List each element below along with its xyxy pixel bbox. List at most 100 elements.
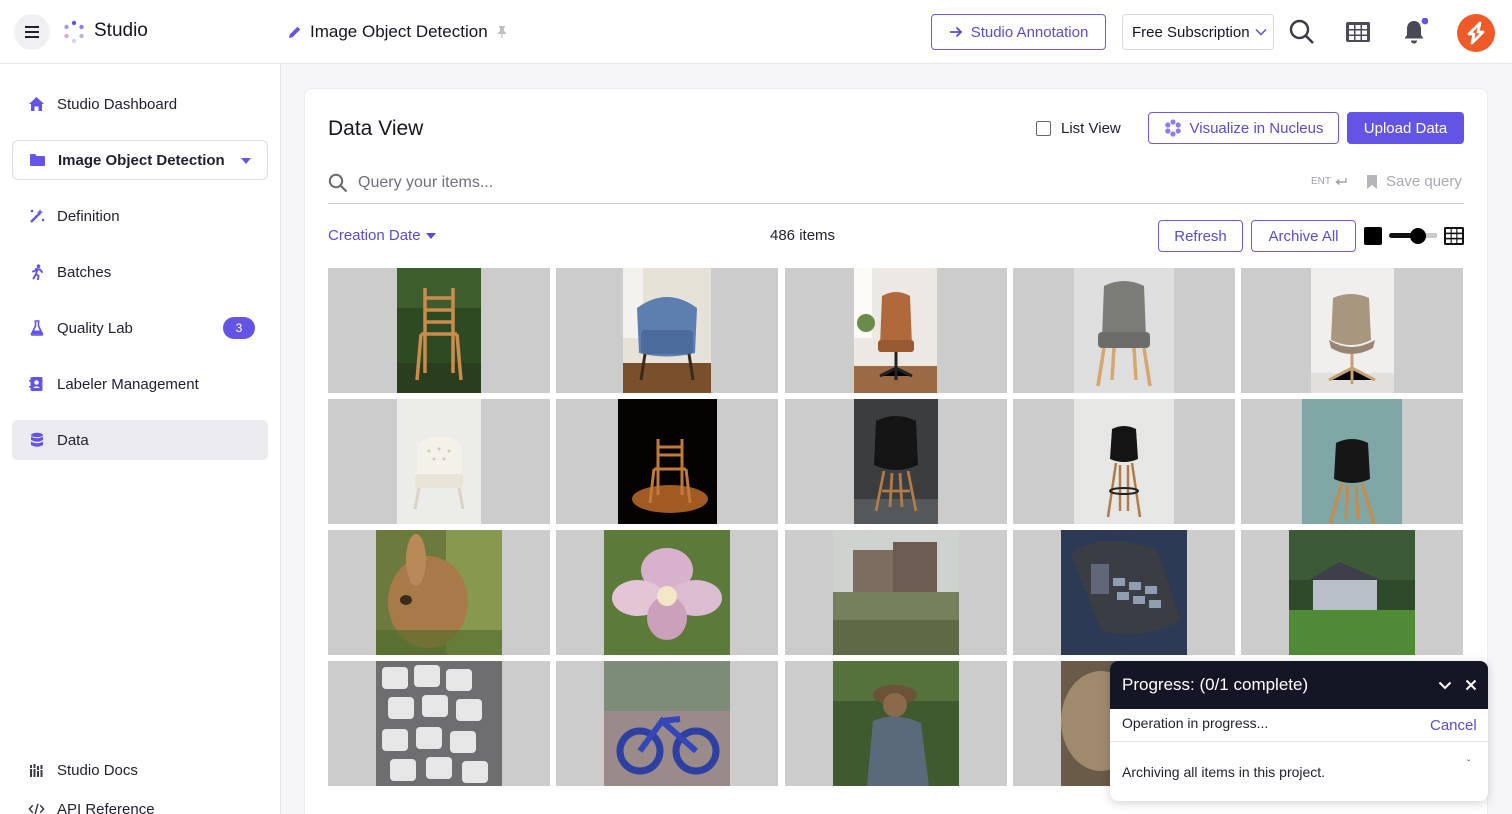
data-item-tile[interactable]: [556, 268, 778, 393]
sidebar-item-studio-docs[interactable]: Studio Docs: [12, 750, 268, 790]
nucleus-flower-icon: [1164, 119, 1181, 137]
data-item-tile[interactable]: [1241, 530, 1463, 655]
database-icon: [28, 432, 45, 449]
hamburger-icon: [25, 31, 39, 33]
project-title[interactable]: Image Object Detection: [288, 22, 508, 42]
caret-down-icon[interactable]: [241, 158, 251, 164]
data-item-tile[interactable]: [328, 661, 550, 786]
wooden-chair-grass-image: [397, 268, 481, 393]
bell-icon[interactable]: [1400, 18, 1428, 46]
blurry-building-field-image: [833, 530, 959, 655]
enter-return-icon: [1335, 177, 1347, 185]
data-item-tile[interactable]: [785, 661, 1007, 786]
cancel-button[interactable]: Cancel: [1430, 717, 1477, 734]
query-input[interactable]: [358, 170, 1258, 196]
sidebar-item-studio-dashboard[interactable]: Studio Dashboard: [12, 84, 268, 124]
grey-upholstered-chair-image: [1074, 268, 1174, 393]
save-query-label: Save query: [1386, 173, 1462, 190]
archive-all-button[interactable]: Archive All: [1251, 220, 1356, 252]
page-title: Data View: [328, 117, 424, 140]
blurry-keyboard-image: [376, 661, 502, 786]
grid-thumbnail-icon[interactable]: [1444, 227, 1464, 245]
sidebar-item-label: API Reference: [57, 800, 155, 814]
item-count: 486 items: [770, 227, 836, 244]
expand-caret[interactable]: ˇ: [1467, 759, 1470, 770]
blurry-bicycle-image: [604, 661, 730, 786]
folder-icon: [29, 152, 46, 169]
data-item-tile[interactable]: [785, 268, 1007, 393]
slider-thumb[interactable]: [1410, 228, 1426, 244]
studio-logo-icon: [64, 20, 84, 44]
data-item-tile[interactable]: [1013, 399, 1235, 524]
avatar-logo-icon: [1467, 21, 1485, 45]
pin-icon[interactable]: [496, 25, 508, 39]
search-icon: [328, 173, 348, 193]
operation-message: Archiving all items in this project.: [1122, 764, 1326, 780]
sidebar-item-label: Quality Lab: [57, 319, 133, 337]
sidebar-item-definition[interactable]: Definition: [12, 196, 268, 236]
sidebar-item-label: Studio Dashboard: [57, 95, 178, 113]
code-icon: [28, 801, 45, 814]
sidebar-item-api-reference[interactable]: API Reference: [12, 788, 268, 814]
data-item-tile[interactable]: [328, 399, 550, 524]
project-title-text: Image Object Detection: [310, 22, 488, 41]
subscription-dropdown[interactable]: Free Subscription: [1122, 14, 1274, 50]
black-shell-chair-image: [854, 399, 938, 524]
query-bar: ENT Save query: [328, 164, 1464, 204]
data-item-tile[interactable]: [1241, 268, 1463, 393]
search-icon[interactable]: [1288, 18, 1316, 46]
divider: [1110, 741, 1488, 742]
data-item-tile[interactable]: [785, 399, 1007, 524]
top-bar: Studio Image Object Detection Studio Ann…: [0, 0, 1512, 64]
sidebar-item-labeler-management[interactable]: Labeler Management: [12, 364, 268, 404]
blurry-person-field-image: [833, 661, 959, 786]
home-icon: [28, 96, 45, 113]
data-item-tile[interactable]: [328, 530, 550, 655]
refresh-button[interactable]: Refresh: [1158, 220, 1243, 252]
data-item-tile[interactable]: [328, 268, 550, 393]
data-item-tile[interactable]: [1013, 268, 1235, 393]
id-card-icon: [28, 376, 45, 393]
list-view-checkbox[interactable]: [1036, 121, 1051, 136]
sidebar-item-project[interactable]: Image Object Detection: [12, 140, 268, 180]
notification-dot: [1421, 18, 1428, 25]
sidebar-item-data[interactable]: Data: [12, 420, 268, 460]
toast-header: Progress: (0/1 complete): [1110, 661, 1488, 709]
sidebar-item-label: Batches: [57, 263, 112, 281]
save-query-button[interactable]: Save query: [1366, 173, 1462, 190]
data-item-tile[interactable]: [556, 399, 778, 524]
data-item-tile[interactable]: [785, 530, 1007, 655]
user-avatar[interactable]: [1457, 14, 1495, 52]
bookmark-icon: [1367, 174, 1377, 189]
upload-data-button[interactable]: Upload Data: [1347, 112, 1464, 144]
data-item-tile[interactable]: [1241, 399, 1463, 524]
blurry-rabbit-image: [376, 530, 502, 655]
sort-creation-date-dropdown[interactable]: Creation Date: [328, 227, 436, 244]
list-view-toggle[interactable]: List View: [1036, 120, 1121, 137]
chevron-down-icon: [1255, 28, 1267, 36]
apps-grid-icon[interactable]: [1344, 18, 1372, 46]
data-item-tile[interactable]: [1013, 530, 1235, 655]
thumbnail-size-slider[interactable]: [1389, 228, 1437, 244]
sidebar-item-label: Image Object Detection: [58, 151, 225, 169]
enter-hint-text: ENT: [1311, 176, 1331, 187]
small-thumbnail-icon[interactable]: [1364, 227, 1382, 245]
caret-down-icon: [425, 232, 436, 239]
chevron-down-icon[interactable]: [1438, 678, 1452, 692]
enter-hint: ENT: [1311, 176, 1348, 187]
blurry-house-yard-image: [1289, 530, 1415, 655]
hamburger-menu-button[interactable]: [14, 14, 50, 50]
sidebar-item-label: Labeler Management: [57, 375, 199, 393]
black-stool-chair-image: [1074, 399, 1174, 524]
sidebar-item-quality-lab[interactable]: Quality Lab 3: [12, 308, 268, 348]
studio-annotation-button[interactable]: Studio Annotation: [931, 14, 1106, 50]
data-item-tile[interactable]: [556, 661, 778, 786]
sidebar-item-label: Studio Docs: [57, 761, 138, 779]
white-tufted-chair-image: [397, 399, 481, 524]
visualize-in-nucleus-button[interactable]: Visualize in Nucleus: [1148, 112, 1339, 144]
pencil-icon: [289, 26, 301, 38]
library-icon: [28, 762, 45, 779]
close-icon[interactable]: [1465, 678, 1477, 692]
sidebar-item-batches[interactable]: Batches: [12, 252, 268, 292]
data-item-tile[interactable]: [556, 530, 778, 655]
